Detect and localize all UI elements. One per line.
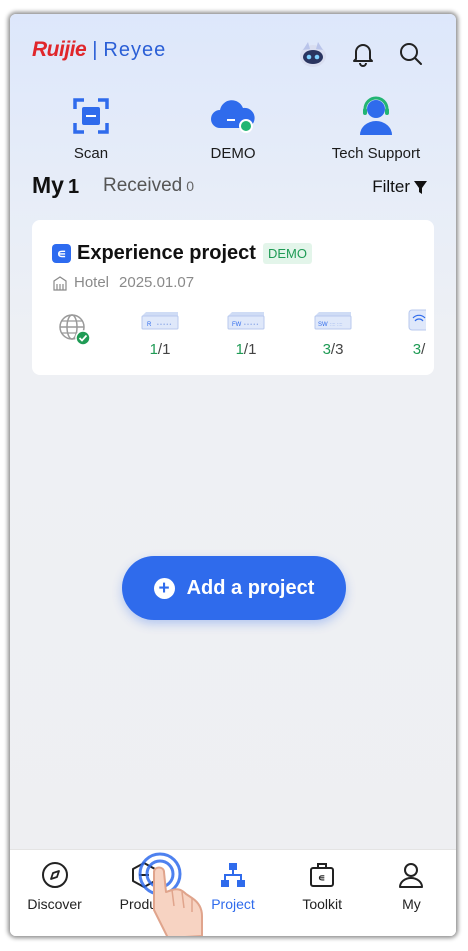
quick-action-label: Scan [73, 145, 109, 162]
device-ap-clip: 3/ [389, 308, 426, 368]
project-meta: Hotel 2025.01.07 [52, 274, 194, 291]
device-switch[interactable]: SW :::: :::: 3/3 [303, 308, 363, 358]
router-device-icon: R • • • • • [141, 312, 179, 330]
svg-text:• • • • •: • • • • • [244, 322, 259, 328]
phone-screen: Ruijie | Reyee Scan DEMO Tech Support My… [10, 14, 456, 936]
ruijie-logo-text: Ruijie [32, 38, 87, 61]
nav-label: My [402, 896, 421, 912]
toolbox-icon: ∊ [306, 859, 338, 891]
add-project-label: Add a project [186, 576, 315, 599]
tab-received[interactable]: Received 0 [103, 175, 194, 197]
access-point-device-icon [408, 309, 426, 331]
quick-action-label: DEMO [210, 145, 256, 162]
project-type: Hotel [74, 274, 110, 291]
switch-device-icon: SW :::: :::: [314, 312, 352, 330]
tab-my-projects[interactable]: My 1 [32, 172, 79, 199]
project-logo-icon: ∊ [52, 244, 71, 263]
project-title-row: ∊ Experience project DEMO [52, 242, 312, 265]
nav-toolkit[interactable]: ∊ Toolkit [278, 850, 367, 936]
nav-discover[interactable]: Discover [10, 850, 99, 936]
person-icon [395, 859, 427, 891]
svg-text::::: ::::: :::: :::: [330, 322, 343, 328]
svg-text:FW: FW [232, 322, 242, 328]
project-tabs: My 1 Received 0 Filter [32, 172, 434, 202]
plus-icon: + [153, 577, 175, 599]
firewall-device-icon: FW • • • • • [227, 312, 265, 330]
svg-text:SW: SW [318, 322, 328, 328]
tab-my-label: My [32, 172, 64, 198]
device-count: 1/1 [235, 341, 257, 358]
svg-text:R: R [147, 322, 152, 328]
quick-action-tech-support[interactable]: Tech Support [316, 92, 436, 162]
reyee-logo-text: Reyee [103, 38, 167, 61]
nav-label: Toolkit [302, 896, 343, 912]
scan-icon [67, 92, 115, 140]
tab-received-count: 0 [186, 178, 195, 194]
quick-action-demo[interactable]: DEMO [173, 92, 293, 162]
device-access-point[interactable]: 3/ [389, 308, 426, 358]
nav-label: Discover [27, 896, 82, 912]
tap-hand-pointer [132, 850, 232, 936]
support-agent-icon [352, 92, 400, 140]
compass-icon [39, 859, 71, 891]
device-count: 3/3 [322, 341, 344, 358]
device-router[interactable]: R • • • • • 1/1 [130, 308, 190, 358]
project-card[interactable]: ∊ Experience project DEMO Hotel 2025.01.… [32, 220, 434, 375]
assistant-robot-icon[interactable] [297, 38, 329, 70]
filter-label: Filter [372, 177, 410, 196]
brand-logo: Ruijie | Reyee [32, 38, 166, 62]
device-count: 1/1 [149, 341, 171, 358]
tab-my-count: 1 [67, 176, 80, 198]
filter-button[interactable]: Filter [372, 177, 428, 197]
bell-icon[interactable] [347, 38, 379, 70]
nav-my[interactable]: My [367, 850, 456, 936]
project-name: Experience project [77, 242, 256, 264]
building-icon [53, 275, 67, 291]
project-date: 2025.01.07 [119, 274, 195, 291]
quick-action-label: Tech Support [331, 145, 421, 162]
bottom-navigation: Discover Product Project ∊ Toolkit My [10, 849, 456, 936]
svg-text:∊: ∊ [318, 873, 325, 884]
device-count: 3/ [412, 341, 426, 358]
network-status-icon [57, 312, 91, 351]
svg-text:• • • • •: • • • • • [157, 322, 172, 328]
quick-action-scan[interactable]: Scan [31, 92, 151, 162]
demo-badge: DEMO [262, 243, 312, 264]
device-firewall[interactable]: FW • • • • • 1/1 [216, 308, 276, 358]
filter-icon [414, 180, 427, 194]
cloud-icon [209, 92, 257, 140]
logo-separator: | [92, 38, 98, 61]
tab-received-label: Received [103, 175, 183, 196]
add-project-button[interactable]: + Add a project [122, 556, 346, 620]
search-icon[interactable] [395, 38, 427, 70]
